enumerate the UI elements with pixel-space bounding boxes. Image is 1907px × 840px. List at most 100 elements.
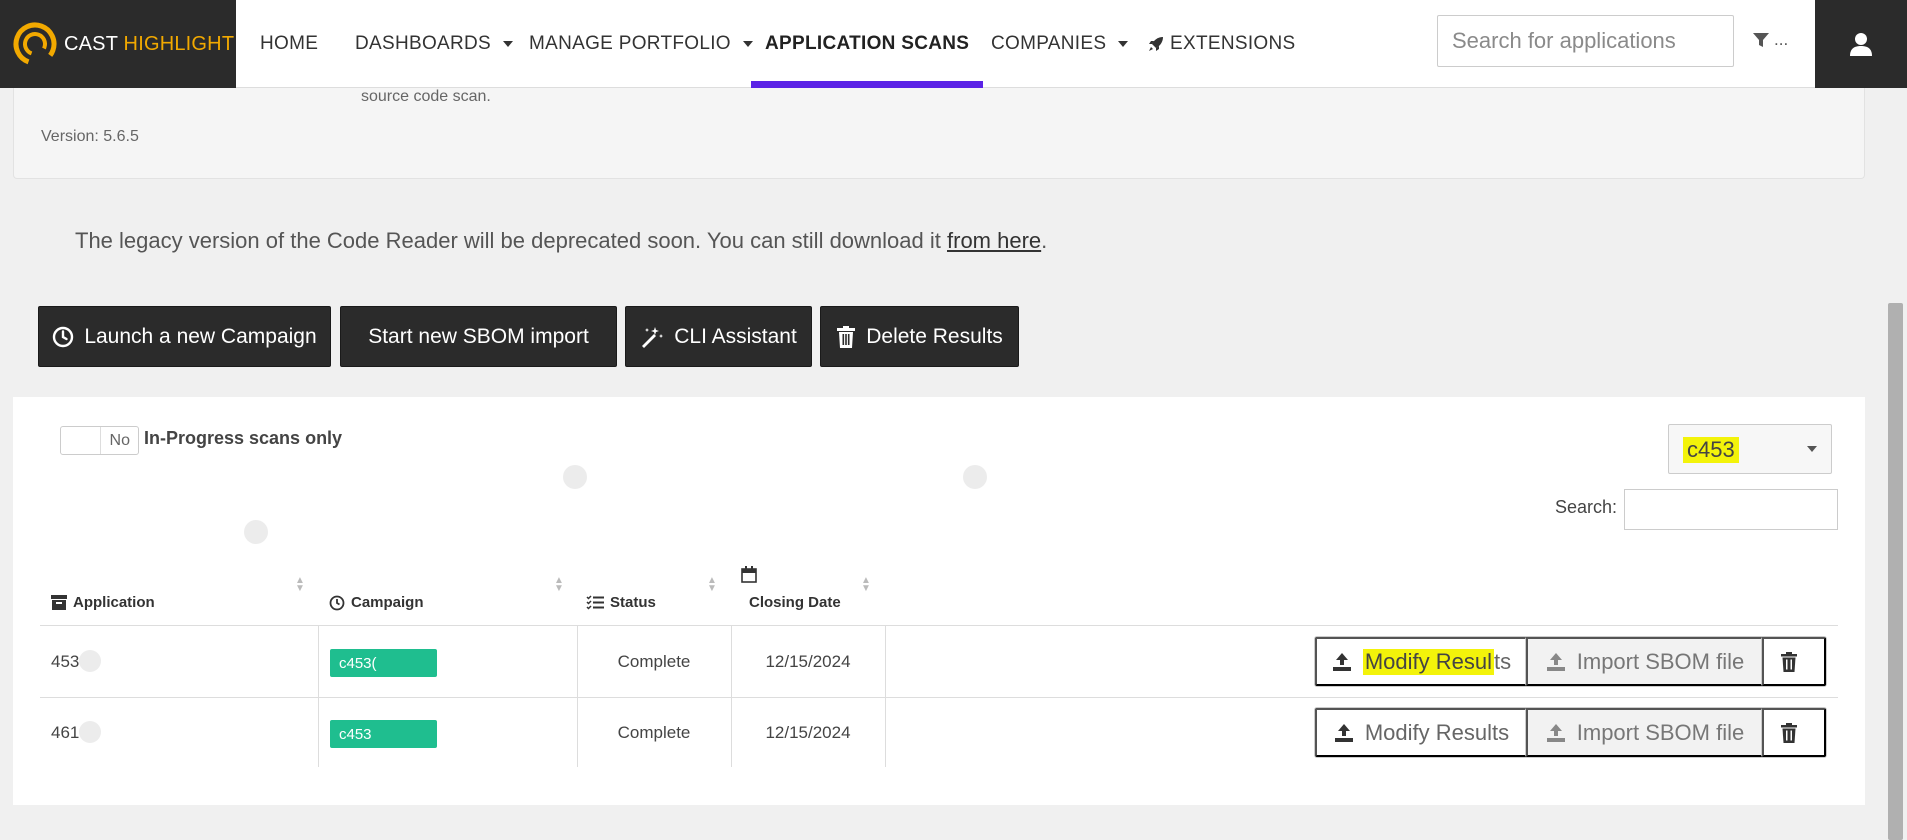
redaction-dot <box>244 520 268 544</box>
chevron-down-icon <box>742 41 753 47</box>
delete-row-button[interactable] <box>1762 708 1826 757</box>
filter-label: ... <box>1774 30 1789 49</box>
col-divider <box>577 626 578 767</box>
campaign-select-value: c453 <box>1683 437 1739 463</box>
app-search-input[interactable] <box>1437 15 1734 67</box>
redaction-dot <box>563 465 587 489</box>
col-header-closing-date[interactable]: Closing Date <box>749 594 841 611</box>
sort-icon[interactable]: ▲ ▼ <box>707 576 717 594</box>
trash-icon <box>1781 651 1797 672</box>
redaction-dot <box>963 465 987 489</box>
nav-home[interactable]: HOME <box>260 0 318 88</box>
version-label: Version: 5.6.5 <box>41 128 139 145</box>
sort-icon[interactable]: ▲ ▼ <box>861 576 871 594</box>
nav-dashboards[interactable]: DASHBOARDS <box>355 0 514 88</box>
modify-results-label-rest: ts <box>1494 648 1512 674</box>
nav-dashboards-label: DASHBOARDS <box>355 33 492 54</box>
row-action-group: Modify Results Import SBOM file <box>1314 707 1827 758</box>
chevron-down-icon <box>503 41 514 47</box>
import-sbom-label: Import SBOM file <box>1576 648 1745 674</box>
upload-icon <box>1332 652 1351 671</box>
sbom-import-label: Start new SBOM import <box>368 324 589 348</box>
filter-icon <box>1753 33 1769 47</box>
delete-row-button[interactable] <box>1762 637 1826 686</box>
row-campaign-badge[interactable]: c453( <box>330 649 437 677</box>
page-scrollbar-thumb[interactable] <box>1888 303 1903 840</box>
list-check-icon <box>586 595 604 610</box>
redaction-dot <box>79 650 101 672</box>
row-status: Complete <box>617 723 691 742</box>
import-sbom-button[interactable]: Import SBOM file <box>1526 708 1762 757</box>
launch-campaign-button[interactable]: Launch a new Campaign <box>38 306 331 367</box>
col-divider <box>885 626 886 767</box>
cli-assistant-button[interactable]: CLI Assistant <box>625 306 812 367</box>
col-status-label: Status <box>610 594 656 611</box>
rocket-icon <box>1149 37 1163 51</box>
nav-manage-portfolio-label: MANAGE PORTFOLIO <box>529 33 731 54</box>
chevron-down-icon <box>1807 446 1817 452</box>
delete-results-button[interactable]: Delete Results <box>820 306 1019 367</box>
col-header-status[interactable]: Status <box>586 594 656 611</box>
in-progress-toggle[interactable]: No <box>60 426 139 455</box>
redaction-dot <box>79 721 101 743</box>
filter-button[interactable]: ... <box>1752 30 1788 50</box>
legacy-download-link[interactable]: from here <box>947 228 1041 253</box>
trash-icon <box>837 325 856 348</box>
col-divider <box>318 626 319 767</box>
col-divider <box>731 626 732 767</box>
import-sbom-label: Import SBOM file <box>1576 719 1745 745</box>
row-closing-date: 12/15/2024 <box>765 652 851 671</box>
code-reader-info-card: source code scan. Version: 5.6.5 <box>13 88 1865 179</box>
col-header-campaign[interactable]: Campaign <box>329 594 424 611</box>
calendar-icon <box>741 566 757 583</box>
nav-application-scans[interactable]: APPLICATION SCANS <box>750 0 984 88</box>
nav-companies[interactable]: COMPANIES <box>991 0 1129 88</box>
nav-companies-label: COMPANIES <box>991 33 1107 54</box>
magic-wand-icon <box>642 326 664 348</box>
in-progress-label: In-Progress scans only <box>144 428 343 448</box>
archive-icon <box>51 595 67 610</box>
nav-application-scans-label: APPLICATION SCANS <box>765 33 970 54</box>
upload-icon <box>1546 723 1565 742</box>
brand-logo[interactable]: CAST HIGHLIGHT <box>0 0 236 88</box>
clock-icon <box>53 326 74 347</box>
row-campaign-badge[interactable]: c453 <box>330 720 437 748</box>
delete-results-label: Delete Results <box>866 324 1003 348</box>
table-search-input[interactable] <box>1624 489 1838 530</box>
brand-name-highlight: HIGHLIGHT <box>123 32 235 55</box>
cast-logo-icon <box>13 22 57 66</box>
row-action-group: Modify Results Import SBOM file <box>1314 636 1827 687</box>
trash-icon <box>1781 722 1797 743</box>
campaign-select[interactable]: c453 <box>1668 424 1832 474</box>
user-menu-button[interactable] <box>1815 0 1907 88</box>
row-application: 453 <box>51 652 80 671</box>
table-header-divider <box>40 625 1838 626</box>
modify-results-button[interactable]: Modify Results <box>1315 637 1526 686</box>
top-navbar: CAST HIGHLIGHT HOME DASHBOARDS MANAGE PO… <box>0 0 1907 88</box>
col-header-application[interactable]: Application <box>51 594 155 611</box>
scans-panel: No In-Progress scans only c453 Search: A… <box>13 397 1865 805</box>
upload-icon <box>1546 652 1565 671</box>
modify-results-button[interactable]: Modify Results <box>1315 708 1526 757</box>
sort-icon[interactable]: ▲ ▼ <box>554 576 564 594</box>
col-application-label: Application <box>73 594 155 611</box>
nav-home-label: HOME <box>260 33 319 54</box>
launch-campaign-label: Launch a new Campaign <box>84 324 317 348</box>
row-closing-date: 12/15/2024 <box>765 723 851 742</box>
brand-name: CAST HIGHLIGHT <box>64 33 234 56</box>
row-status: Complete <box>617 652 691 671</box>
toggle-knob <box>61 427 101 454</box>
info-description: source code scan. <box>361 88 491 105</box>
brand-name-cast: CAST <box>64 32 118 55</box>
legacy-notice: The legacy version of the Code Reader wi… <box>75 228 1047 254</box>
import-sbom-button[interactable]: Import SBOM file <box>1526 637 1762 686</box>
sbom-import-button[interactable]: Start new SBOM import <box>340 306 617 367</box>
nav-manage-portfolio[interactable]: MANAGE PORTFOLIO <box>529 0 753 88</box>
nav-extensions[interactable]: EXTENSIONS <box>1147 0 1295 88</box>
col-campaign-label: Campaign <box>351 594 424 611</box>
table-row-divider <box>40 697 1838 698</box>
sort-icon[interactable]: ▲ ▼ <box>295 576 305 594</box>
table-search-label: Search: <box>1555 497 1618 517</box>
user-icon <box>1850 33 1872 56</box>
legacy-notice-text: The legacy version of the Code Reader wi… <box>75 228 947 253</box>
